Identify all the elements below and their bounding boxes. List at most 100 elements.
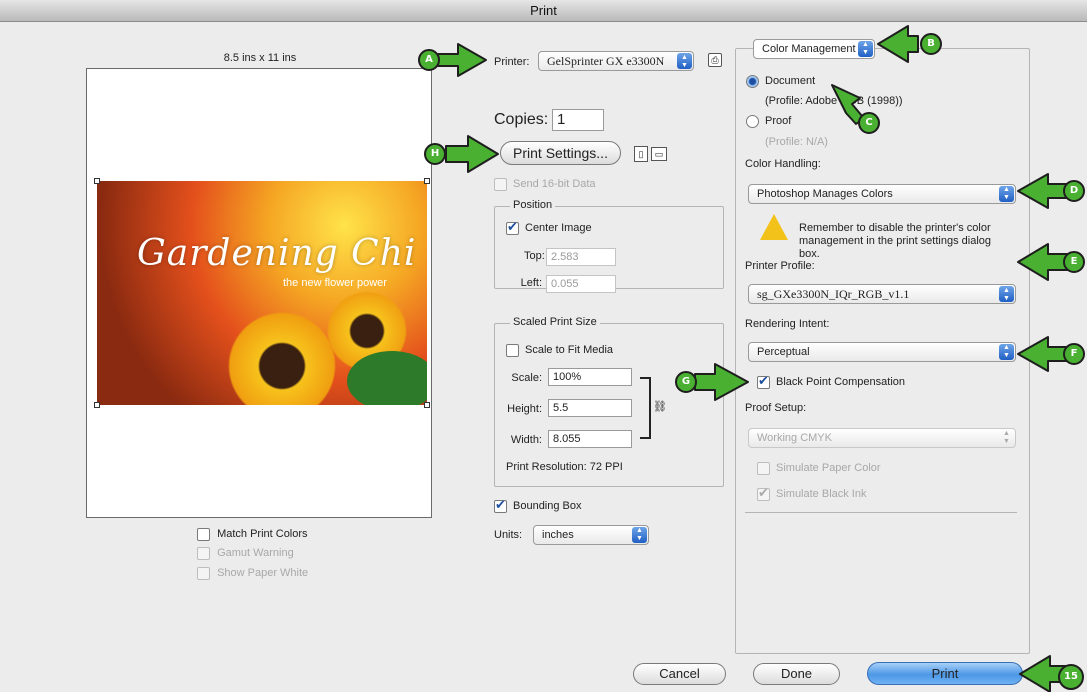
proof-profile: (Profile: N/A) [765,136,828,148]
bounding-box-checkbox[interactable]: Bounding Box [494,497,582,513]
top-label: Top: [524,250,545,262]
printer-label: Printer: [494,56,530,68]
callout-h-badge: H [424,143,446,165]
callout-c-badge: C [858,112,880,134]
paper-size-label: 8.5 ins x 11 ins [223,52,297,64]
width-label: Width: [510,434,542,446]
scaled-print-size-legend: Scaled Print Size [510,316,600,328]
leaf-decoration [347,351,427,405]
bounding-box-label: Bounding Box [513,500,582,513]
send-16bit-label: Send 16-bit Data [513,178,596,191]
resize-handle[interactable] [94,402,100,408]
callout-g-badge: G [675,371,697,393]
image-title: Gardening Chi [137,233,417,274]
black-point-compensation-label: Black Point Compensation [776,376,906,389]
section-divider [745,512,1017,513]
black-point-compensation-checkbox[interactable]: Black Point Compensation [757,373,906,389]
left-label: Left: [520,277,542,289]
simulate-paper-color-checkbox[interactable]: Simulate Paper Color [757,462,881,475]
popup-arrows-icon: ▲ ▼ [999,186,1014,202]
callout-arrow-h [445,135,499,173]
units-value: inches [542,529,574,541]
units-popup[interactable]: inches ▲ ▼ [533,525,649,545]
cancel-button[interactable]: Cancel [633,663,726,685]
rendering-intent-popup[interactable]: Perceptual ▲ ▼ [748,342,1016,362]
height-input[interactable]: 5.5 [548,399,632,417]
warning-text: Remember to disable the printer's color … [799,222,992,260]
callout-d-badge: D [1063,180,1085,202]
top-input[interactable]: 2.583 [546,248,616,266]
scale-to-fit-checkbox[interactable]: Scale to Fit Media [506,344,613,357]
printer-profile-label: Printer Profile: [745,260,815,272]
printer-popup[interactable]: GelSprinter GX e3300N ▲ ▼ [538,51,694,71]
preview-image[interactable]: Gardening Chi the new flower power [97,181,427,405]
match-print-colors-label: Match Print Colors [217,528,308,541]
printer-setup-icon[interactable]: ⎙ [708,53,722,67]
callout-f-badge: F [1063,343,1085,365]
simulate-paper-color-label: Simulate Paper Color [776,462,881,475]
document-profile: (Profile: Adobe RGB (1998)) [765,95,903,107]
popup-arrows-icon: ▲ ▼ [858,41,873,57]
print-button[interactable]: Print [867,662,1023,685]
color-handling-value: Photoshop Manages Colors [757,188,893,200]
scale-input[interactable]: 100% [548,368,632,386]
resize-handle[interactable] [94,178,100,184]
color-handling-popup[interactable]: Photoshop Manages Colors ▲ ▼ [748,184,1016,204]
document-radio[interactable]: Document [746,75,815,88]
document-label: Document [765,75,816,88]
send-16bit-checkbox[interactable]: Send 16-bit Data [494,178,596,191]
color-handling-label: Color Handling: [745,158,821,170]
center-image-checkbox[interactable]: Center Image [506,219,592,235]
printer-profile-value: sg_GXe3300N_IQr_RGB_v1.1 [757,287,910,301]
section-value: Color Management [762,43,856,55]
show-paper-white-label: Show Paper White [217,567,309,580]
popup-arrows-icon: ▲ ▼ [677,53,692,69]
popup-arrows-icon: ▲ ▼ [999,344,1014,360]
popup-arrows-icon: ▲ ▼ [999,286,1014,302]
popup-arrows-icon: ▲ ▼ [632,527,647,543]
popup-arrows-icon: ▲ ▼ [1003,430,1010,445]
flower-decoration [227,311,337,405]
printer-profile-popup[interactable]: sg_GXe3300N_IQr_RGB_v1.1 ▲ ▼ [748,284,1016,304]
match-print-colors[interactable]: Match Print Colors [197,528,308,541]
center-image-label: Center Image [525,222,592,235]
printer-value: GelSprinter GX e3300N [547,54,665,68]
print-resolution: Print Resolution: 72 PPI [506,461,623,473]
portrait-orientation-icon[interactable]: ▯ [634,146,648,162]
callout-b-badge: B [920,33,942,55]
link-bracket [640,377,651,439]
callout-arrow-a [437,43,487,77]
done-button[interactable]: Done [753,663,840,685]
print-preview[interactable]: Gardening Chi the new flower power [86,68,432,518]
simulate-black-ink-checkbox[interactable]: Simulate Black Ink [757,485,866,501]
width-input[interactable]: 8.055 [548,430,632,448]
copies-input[interactable]: 1 [552,109,604,131]
image-subtitle: the new flower power [283,277,387,289]
proof-label: Proof [765,115,792,128]
callout-a-badge: A [418,49,440,71]
proof-setup-popup[interactable]: Working CMYK ▲ ▼ [748,428,1016,448]
proof-setup-value: Working CMYK [757,432,832,444]
units-label: Units: [494,529,523,541]
section-popup[interactable]: Color Management ▲ ▼ [753,39,875,59]
copies-label: Copies: [494,111,549,128]
height-label: Height: [507,403,542,415]
gamut-warning-label: Gamut Warning [217,547,294,560]
resize-handle[interactable] [424,402,430,408]
callout-step-badge: 15 [1058,664,1084,690]
left-input[interactable]: 0.055 [546,275,616,293]
proof-setup-label: Proof Setup: [745,402,807,414]
landscape-orientation-icon[interactable]: ▭ [651,147,667,161]
resize-handle[interactable] [424,178,430,184]
print-settings-button[interactable]: Print Settings... [500,141,621,165]
warning-icon [760,214,788,240]
gamut-warning[interactable]: Gamut Warning [197,547,294,560]
chain-link-icon[interactable]: ⛓ [653,400,667,414]
window-title: Print [0,0,1087,22]
callout-e-badge: E [1063,251,1085,273]
show-paper-white[interactable]: Show Paper White [197,567,308,580]
proof-radio[interactable]: Proof [746,115,791,128]
rendering-intent-value: Perceptual [757,346,810,358]
scale-to-fit-label: Scale to Fit Media [525,344,614,357]
rendering-intent-label: Rendering Intent: [745,318,830,330]
